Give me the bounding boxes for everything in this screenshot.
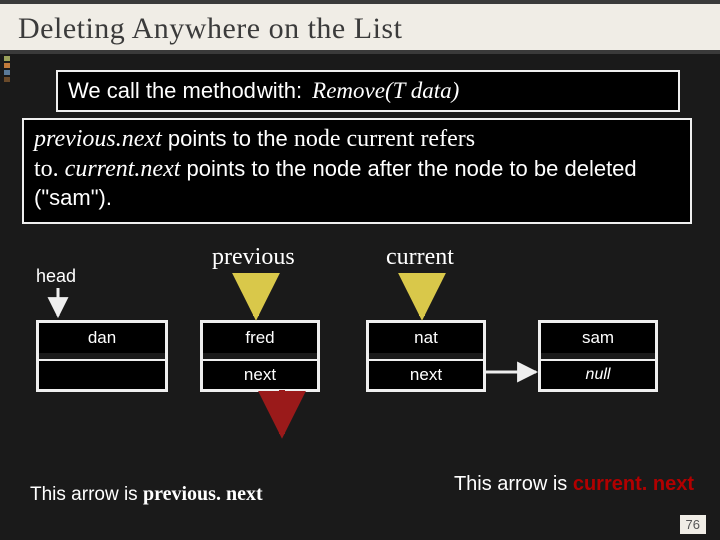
- footer-label-right: This arrow is current. next: [454, 473, 694, 496]
- linked-list-diagram: head previous current dan fred next nat …: [0, 238, 720, 498]
- slide: Deleting Anywhere on the List We call th…: [0, 0, 720, 540]
- node-3-data: sam: [541, 323, 655, 353]
- label-head: head: [36, 266, 76, 287]
- footer-right-prefix: This arrow is: [454, 473, 573, 495]
- title-band: Deleting Anywhere on the List: [0, 0, 720, 54]
- page-title: Deleting Anywhere on the List: [18, 12, 702, 46]
- method-line: We call the method with: Remove(T data): [56, 70, 680, 112]
- node-2-data: nat: [369, 323, 483, 353]
- explain-text-1: points to the: [162, 126, 294, 151]
- footer-left-value: previous. next: [143, 483, 263, 505]
- method-call: Remove(T data): [312, 78, 459, 104]
- method-with: with:: [257, 78, 302, 104]
- accent-bars: [4, 56, 10, 82]
- node-0: dan: [36, 320, 168, 392]
- node-0-next: [39, 359, 165, 389]
- footer-right-value: current. next: [573, 473, 694, 495]
- method-prefix: We call the method: [68, 78, 256, 104]
- explain-to: to.: [34, 156, 65, 182]
- explain-node-current: node current refers: [294, 126, 475, 152]
- node-0-data: dan: [39, 323, 165, 353]
- divider: [0, 54, 720, 70]
- footer-label-left: This arrow is previous. next: [30, 483, 263, 506]
- node-1-data: fred: [203, 323, 317, 353]
- page-number: 76: [680, 515, 706, 534]
- explain-current-next: current.next: [65, 156, 181, 182]
- node-2: nat next: [366, 320, 486, 392]
- node-1-next: next: [203, 359, 317, 389]
- label-previous: previous: [212, 244, 295, 271]
- explanation-box: previous.next points to the node current…: [22, 118, 692, 224]
- footer-left-prefix: This arrow is: [30, 484, 143, 505]
- node-1: fred next: [200, 320, 320, 392]
- node-3: sam null: [538, 320, 658, 392]
- node-3-next: null: [541, 359, 655, 389]
- node-2-next: next: [369, 359, 483, 389]
- label-current: current: [386, 244, 454, 271]
- explain-prev-next: previous.next: [34, 126, 162, 152]
